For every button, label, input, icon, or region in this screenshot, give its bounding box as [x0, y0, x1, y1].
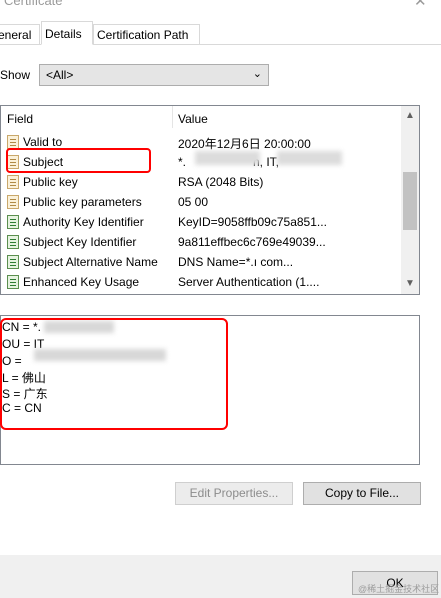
copy-to-file-button[interactable]: Copy to File... [303, 482, 421, 505]
field-value: Server Authentication (1.... [178, 275, 320, 289]
field-name: Subject Alternative Name [23, 255, 158, 269]
extension-field-icon [7, 235, 19, 249]
list-item[interactable]: Enhanced Key Usage Server Authentication… [1, 272, 401, 292]
field-value: DNS Name=*.ı com... [178, 255, 294, 269]
scroll-up-icon[interactable]: ▲ [405, 110, 415, 121]
chevron-down-icon: ⌄ [252, 68, 262, 80]
tab-general[interactable]: eneral [0, 24, 40, 44]
column-header-field[interactable]: Field [7, 112, 33, 126]
show-select-value: <All> [46, 68, 74, 82]
certificate-field-icon [7, 195, 19, 209]
field-list[interactable]: Field Value Valid to 2020年12月6日 20:00:00… [0, 105, 420, 295]
field-value: 2020年12月6日 20:00:00 [178, 137, 311, 151]
list-item[interactable]: Authority Key Identifier KeyID=9058ffb09… [1, 212, 401, 232]
watermark: @稀土掘金技术社区 [358, 584, 440, 594]
tab-certification-path[interactable]: Certification Path [93, 24, 200, 44]
tab-general-label: eneral [0, 28, 32, 42]
scroll-thumb[interactable] [403, 172, 417, 230]
certificate-field-icon [7, 175, 19, 189]
redaction-blur [277, 151, 342, 165]
tab-certification-path-label: Certification Path [97, 28, 189, 42]
title-bar: Certificate ✕ [0, 0, 441, 18]
column-separator[interactable] [172, 106, 173, 128]
edit-properties-button[interactable]: Edit Properties... [175, 482, 293, 505]
certificate-field-icon [7, 135, 19, 149]
list-item[interactable]: Public key parameters 05 00 [1, 192, 401, 212]
redaction-blur [195, 151, 260, 165]
show-label: Show [0, 68, 31, 82]
detail-highlight-box [0, 318, 228, 430]
show-select[interactable]: <All> ⌄ [39, 64, 269, 86]
window-title: Certificate [4, 0, 63, 8]
close-icon[interactable]: ✕ [414, 0, 427, 10]
field-name: Public key parameters [23, 195, 142, 209]
list-item[interactable]: Subject Alternative Name DNS Name=*.ı co… [1, 252, 401, 272]
field-value: RSA (2048 Bits) [178, 175, 264, 189]
extension-field-icon [7, 275, 19, 289]
vertical-scrollbar[interactable]: ▲ ▼ [401, 106, 419, 294]
subject-highlight-box [6, 148, 151, 173]
tab-details[interactable]: Details [41, 21, 93, 45]
tab-details-label: Details [45, 27, 82, 41]
list-item[interactable]: Public key RSA (2048 Bits) [1, 172, 401, 192]
list-header: Field Value [1, 106, 401, 128]
field-name: Authority Key Identifier [23, 215, 144, 229]
field-value: KeyID=9058ffb09c75a851... [178, 215, 327, 229]
field-name: Public key [23, 175, 78, 189]
field-name: Enhanced Key Usage [23, 275, 140, 289]
scroll-down-icon[interactable]: ▼ [405, 278, 415, 289]
extension-field-icon [7, 215, 19, 229]
list-item[interactable]: Subject Key Identifier 9a811effbec6c769e… [1, 232, 401, 252]
extension-field-icon [7, 255, 19, 269]
field-name: Subject Key Identifier [23, 235, 137, 249]
field-value: *. [178, 155, 187, 169]
field-name: Valid to [23, 135, 63, 149]
field-value: 05 00 [178, 195, 209, 209]
column-header-value[interactable]: Value [178, 112, 208, 126]
field-value: 9a811effbec6c769e49039... [178, 235, 326, 249]
